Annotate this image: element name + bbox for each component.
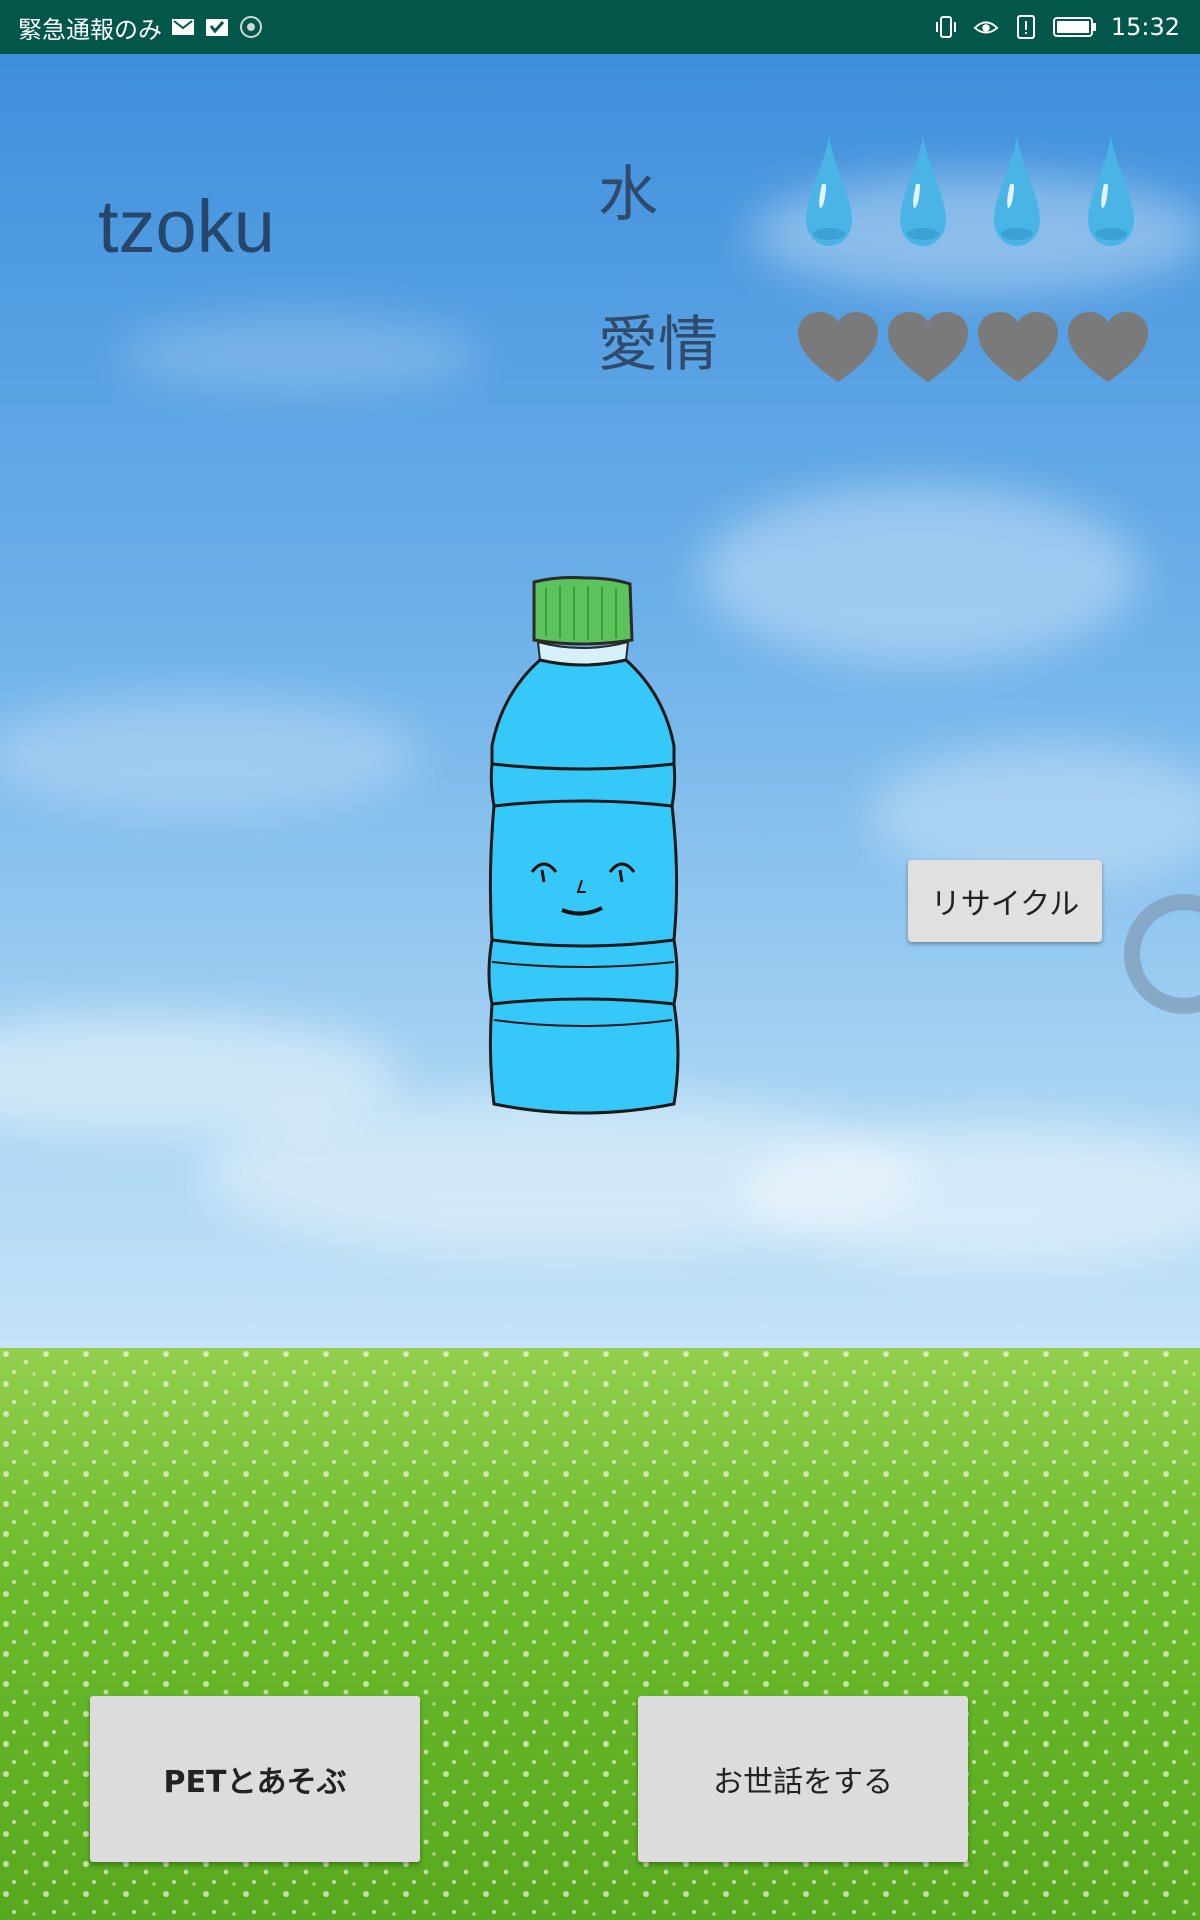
love-label: 愛情	[598, 310, 718, 380]
status-time: 15:32	[1110, 13, 1180, 41]
status-right: 15:32	[933, 0, 1180, 54]
water-drop-icon	[900, 136, 946, 246]
eye-icon	[973, 14, 999, 40]
heart-icon	[888, 312, 968, 382]
water-drop-icon	[806, 136, 852, 246]
heart-icon	[798, 312, 878, 382]
water-drop-icon	[994, 136, 1040, 246]
battery-icon	[1052, 14, 1097, 40]
water-drop-icon	[1088, 136, 1134, 246]
mail-icon	[170, 14, 196, 40]
pet-name: tzoku	[98, 185, 275, 268]
sync-icon	[238, 14, 264, 40]
love-meter	[796, 310, 1150, 384]
water-meter	[804, 134, 1136, 248]
vibrate-icon	[933, 14, 959, 40]
heart-icon	[1068, 312, 1148, 382]
water-label: 水	[598, 160, 658, 230]
take-care-button[interactable]: お世話をする	[638, 1696, 968, 1862]
pet-bottle[interactable]	[462, 574, 702, 1130]
carrier-text: 緊急通報のみ	[18, 15, 162, 44]
status-bar: 緊急通報のみ 15:32	[0, 0, 1200, 54]
recycle-button[interactable]: リサイクル	[908, 860, 1102, 942]
check-mail-icon	[204, 14, 230, 40]
status-left: 緊急通報のみ	[18, 0, 264, 54]
play-with-pet-button[interactable]: PETとあそぶ	[90, 1696, 420, 1862]
alert-icon	[1013, 14, 1039, 40]
heart-icon	[978, 312, 1058, 382]
